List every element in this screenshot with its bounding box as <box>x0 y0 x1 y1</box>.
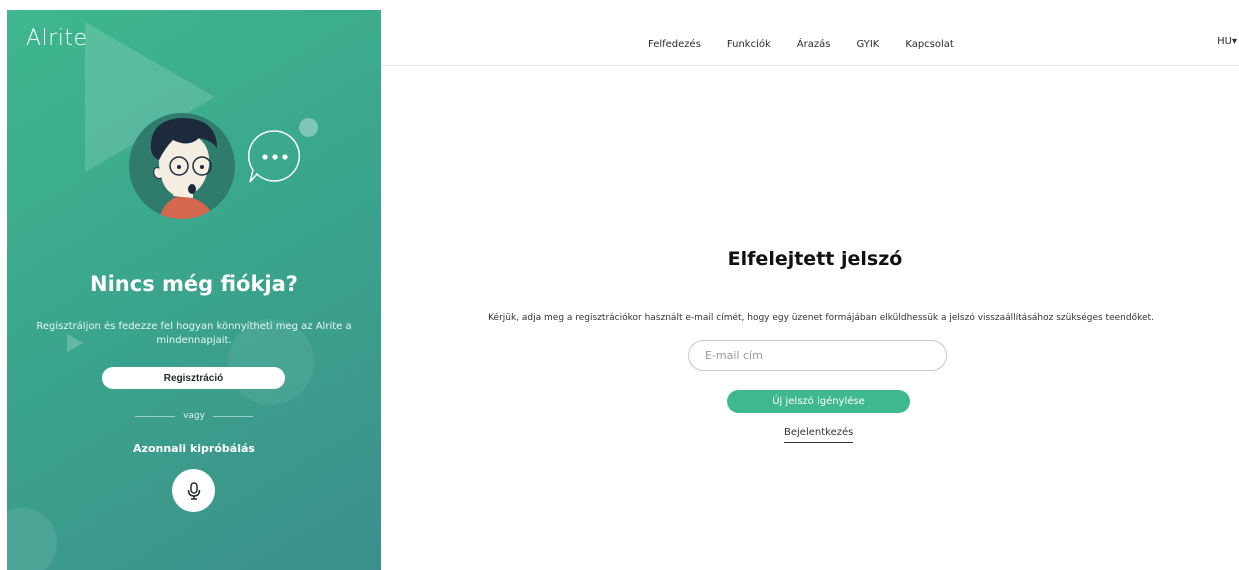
microphone-button[interactable] <box>172 469 215 512</box>
circle-decoration-bottom <box>7 508 57 570</box>
email-input[interactable] <box>688 340 947 371</box>
page-description: Kérjük, adja meg a regisztrációkor haszn… <box>488 313 1154 323</box>
request-new-password-button[interactable]: Új jelszó igénylése <box>727 390 910 413</box>
signup-heading: Nincs még fiókja? <box>90 272 298 296</box>
login-link[interactable]: Bejelentkezés <box>784 427 854 443</box>
or-divider: vagy <box>135 409 254 423</box>
alrite-logo[interactable]: Alrite <box>26 26 87 51</box>
nav-item-arazas[interactable]: Árazás <box>797 39 831 50</box>
nav-item-gyik[interactable]: GYIK <box>856 39 879 50</box>
signup-description: Regisztráljon és fedezze fel hogyan könn… <box>36 321 352 346</box>
divider-line <box>135 415 176 417</box>
try-now-label: Azonnali kipróbálás <box>133 442 255 455</box>
language-selector[interactable]: HU▾ <box>1217 36 1237 47</box>
microphone-icon <box>187 481 200 500</box>
nav-item-felfedezes[interactable]: Felfedezés <box>648 39 701 50</box>
page-title: Elfelejtett jelszó <box>727 248 903 270</box>
nav-item-funkciok[interactable]: Funkciók <box>727 39 771 50</box>
speech-bubble-icon <box>247 130 301 183</box>
divider-line <box>212 415 254 417</box>
or-text: vagy <box>183 411 205 421</box>
signup-promo-panel: Alrite Nincs még fiókja? Regisztráljon é… <box>7 10 381 570</box>
dot-decoration <box>299 118 318 137</box>
nav-item-kapcsolat[interactable]: Kapcsolat <box>905 39 954 50</box>
register-button[interactable]: Regisztráció <box>102 367 285 389</box>
avatar-illustration <box>129 113 235 219</box>
top-navigation: Felfedezés Funkciók Árazás GYIK Kapcsola… <box>381 10 1239 66</box>
nav-menu: Felfedezés Funkciók Árazás GYIK Kapcsola… <box>648 39 980 50</box>
